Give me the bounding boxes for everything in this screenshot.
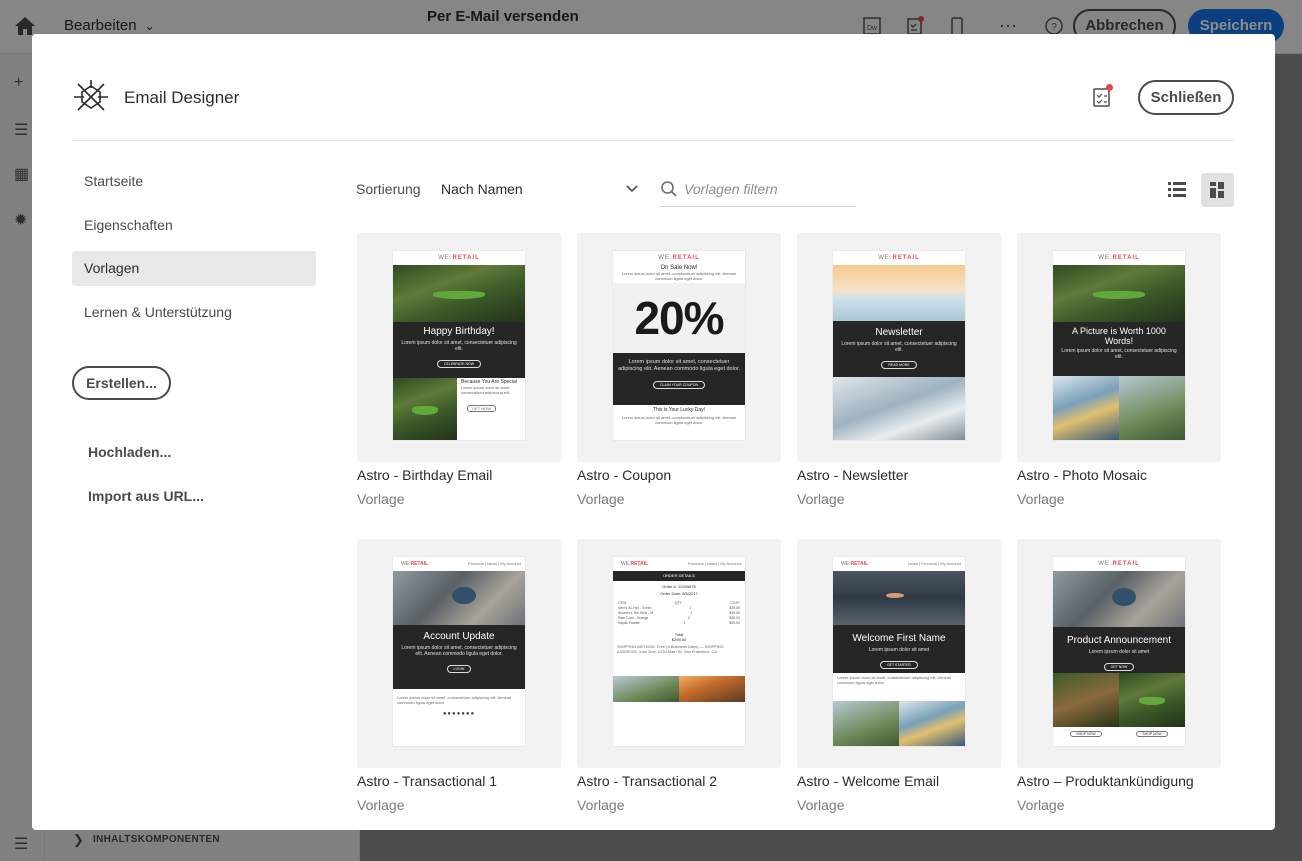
preview-image-bottom xyxy=(833,377,965,440)
template-thumbnail: WE.RETAIL On Sale Now! Lorem ipsum dolor… xyxy=(577,233,781,462)
email-designer-dialog: Email Designer Schließen Startseite Eige… xyxy=(32,34,1275,830)
preview-hero: Product Announcement Lorem ipsum dolor s… xyxy=(1053,627,1185,673)
preview-content: Because You Are Special Lorem ipsum dolo… xyxy=(393,378,525,440)
search-icon xyxy=(661,181,677,197)
preview-hero: Lorem ipsum dolor sit amet, consectetuer… xyxy=(613,353,745,405)
template-type: Vorlage xyxy=(357,491,405,507)
template-type: Vorlage xyxy=(577,797,625,813)
close-button[interactable]: Schließen xyxy=(1138,80,1234,115)
brand-logo: WE.RETAIL xyxy=(658,255,700,261)
notification-dot xyxy=(1106,84,1113,91)
brand-logo: WE.RETAIL Products | News | My Account xyxy=(621,561,741,567)
brand-logo: WE.RETAIL xyxy=(1098,255,1140,261)
preview-description: Lorem ipsum dolor sit amet, consectetuer… xyxy=(397,695,512,705)
preview-description: Lorem ipsum dolor sit amet, consectetuer… xyxy=(837,675,952,685)
template-thumbnail: WE.RETAIL News | Products | My Account We… xyxy=(797,539,1001,768)
brand-logo: WE.RETAIL xyxy=(438,255,480,261)
preview-images xyxy=(833,701,965,746)
template-type: Vorlage xyxy=(1017,491,1065,507)
preview-image xyxy=(1053,265,1185,322)
template-name: Astro - Birthday Email xyxy=(357,467,493,483)
preview-subtext: Lorem ipsum dolor sit amet, consectetuer… xyxy=(621,271,737,281)
preview-order-number: Order #: 12345678 xyxy=(662,584,696,589)
preview-order-header: ORDER DETAILS xyxy=(613,571,745,581)
template-type: Vorlage xyxy=(357,797,405,813)
preview-image xyxy=(393,265,525,322)
email-preview: WE.RETAIL News | Products | My Account We… xyxy=(833,557,965,746)
email-preview: WE.RETAIL A Picture is Worth 1000 Words!… xyxy=(1053,251,1185,440)
grid-view-icon[interactable] xyxy=(1201,173,1234,207)
template-thumbnail: WE.RETAIL Newsletter Lorem ipsum dolor s… xyxy=(797,233,1001,462)
email-preview: WE.RETAIL Products | News | My Account OR… xyxy=(613,557,745,746)
sort-dropdown[interactable]: Nach Namen xyxy=(441,174,639,204)
email-preview: WE.RETAIL Products | News | My Account Ac… xyxy=(393,557,525,746)
list-view-icon[interactable] xyxy=(1161,173,1193,205)
nav-item-vorlagen[interactable]: Vorlagen xyxy=(72,251,316,286)
email-preview: WE.RETAIL Newsletter Lorem ipsum dolor s… xyxy=(833,251,965,440)
preview-image xyxy=(833,265,965,321)
template-thumbnail: WE.RETAIL A Picture is Worth 1000 Words!… xyxy=(1017,233,1221,462)
preview-image xyxy=(1053,571,1185,627)
brand-logo: WE.RETAIL xyxy=(1098,561,1140,567)
template-name: Astro - Photo Mosaic xyxy=(1017,467,1147,483)
template-type: Vorlage xyxy=(797,491,845,507)
preview-hero: Account Update Lorem ipsum dolor sit ame… xyxy=(393,625,525,689)
preview-hero: Welcome First Name Lorem ipsum dolor sit… xyxy=(833,625,965,673)
template-name: Astro – Produktankündigung xyxy=(1017,773,1194,789)
nav-item-startseite[interactable]: Startseite xyxy=(72,164,316,199)
brand-logo: WE.RETAIL News | Products | My Account xyxy=(841,561,961,567)
nav-item-eigenschaften[interactable]: Eigenschaften xyxy=(72,208,316,243)
brand-logo: WE.RETAIL xyxy=(878,255,920,261)
template-name: Astro - Transactional 1 xyxy=(357,773,498,789)
preview-hero: A Picture is Worth 1000 Words! Lorem ips… xyxy=(1053,322,1185,376)
preview-order-date: Order Date: 6/5/2017 xyxy=(660,591,698,596)
template-type: Vorlage xyxy=(797,797,845,813)
template-name: Astro - Transactional 2 xyxy=(577,773,718,789)
template-search xyxy=(660,174,856,207)
create-button[interactable]: Erstellen... xyxy=(72,366,171,400)
template-thumbnail: WE.RETAIL Product Announcement Lorem ips… xyxy=(1017,539,1221,768)
template-thumbnail: WE.RETAIL Products | News | My Account Ac… xyxy=(357,539,561,768)
preview-hero: Newsletter Lorem ipsum dolor sit amet, c… xyxy=(833,321,965,377)
upload-link[interactable]: Hochladen... xyxy=(88,444,171,460)
preview-image xyxy=(393,571,525,625)
email-preview: WE.RETAIL Product Announcement Lorem ips… xyxy=(1053,557,1185,746)
template-thumbnail: WE.RETAIL Happy Birthday! Lorem ipsum do… xyxy=(357,233,561,462)
email-preview: WE.RETAIL On Sale Now! Lorem ipsum dolor… xyxy=(613,251,745,440)
social-icons: ●●●●●●● xyxy=(442,711,476,717)
preview-hero: Happy Birthday! Lorem ipsum dolor sit am… xyxy=(393,322,525,378)
preview-shipping: SHIPPING METHOD: Free (5 Business Days) … xyxy=(617,644,724,654)
sort-label: Sortierung xyxy=(356,181,421,197)
preview-order-table: ITEM QTY COST Men's XL Hat - Green 1 $29.00 … xyxy=(618,601,740,625)
brand-logo: WE.RETAIL Products | News | My Account xyxy=(401,561,521,567)
nav-item-lernen[interactable]: Lernen & Unterstützung xyxy=(72,295,316,330)
dialog-title: Email Designer xyxy=(124,88,240,107)
preview-images xyxy=(613,676,745,702)
chevron-down-icon xyxy=(626,185,638,193)
preview-footer-text: Lorem ipsum dolor sit amet, consectetuer… xyxy=(621,415,737,425)
preview-image xyxy=(833,571,965,625)
sort-value: Nach Namen xyxy=(441,181,523,197)
preview-images xyxy=(1053,673,1185,727)
divider xyxy=(72,140,1234,141)
email-designer-logo-icon xyxy=(74,80,108,111)
template-thumbnail: WE.RETAIL Products | News | My Account OR… xyxy=(577,539,781,768)
template-type: Vorlage xyxy=(1017,797,1065,813)
import-url-link[interactable]: Import aus URL... xyxy=(88,488,204,504)
template-name: Astro - Newsletter xyxy=(797,467,909,483)
search-input[interactable] xyxy=(684,177,852,201)
email-preview: WE.RETAIL Happy Birthday! Lorem ipsum do… xyxy=(393,251,525,440)
preview-discount: 20% xyxy=(613,283,745,353)
preview-mosaic xyxy=(1053,376,1185,440)
template-name: Astro - Coupon xyxy=(577,467,672,483)
preview-ctas: SHOP NOW SHOP NOW xyxy=(1053,727,1185,737)
template-name: Astro - Welcome Email xyxy=(797,773,940,789)
template-type: Vorlage xyxy=(577,491,625,507)
